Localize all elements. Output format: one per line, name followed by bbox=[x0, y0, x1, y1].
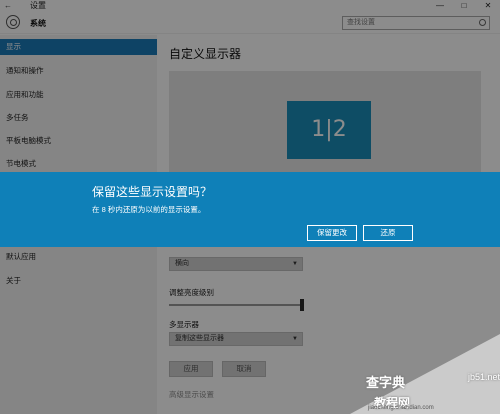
watermark-site-en: jb51.net bbox=[468, 372, 500, 382]
watermark-site-cn: 查字典 bbox=[366, 375, 406, 390]
revert-button[interactable]: 还原 bbox=[363, 225, 413, 241]
keep-settings-dialog: 保留这些显示设置吗？ 在 8 秒内还原为以前的显示设置。 保留更改 还原 bbox=[0, 172, 500, 247]
watermark-url: jiaocheng.chazidian.com bbox=[368, 405, 434, 411]
dialog-title: 保留这些显示设置吗？ bbox=[92, 185, 213, 199]
dialog-message: 在 8 秒内还原为以前的显示设置。 bbox=[92, 205, 206, 214]
keep-changes-button[interactable]: 保留更改 bbox=[307, 225, 357, 241]
